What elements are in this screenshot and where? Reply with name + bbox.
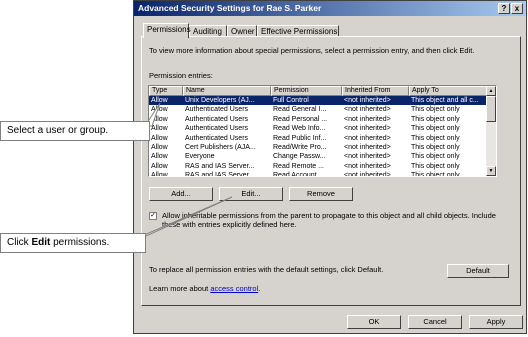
edit-callout-pointer xyxy=(141,196,233,237)
click-edit-bold: Edit xyxy=(31,237,51,248)
select-user-callout: Select a user or group. xyxy=(0,121,150,141)
tab-permissions[interactable]: Permissions xyxy=(143,23,191,38)
click-edit-suffix: permissions. xyxy=(53,237,110,248)
click-edit-callout: Click Edit permissions. xyxy=(0,233,146,253)
click-edit-prefix: Click xyxy=(7,237,29,248)
callout-leader-lines xyxy=(141,102,233,237)
